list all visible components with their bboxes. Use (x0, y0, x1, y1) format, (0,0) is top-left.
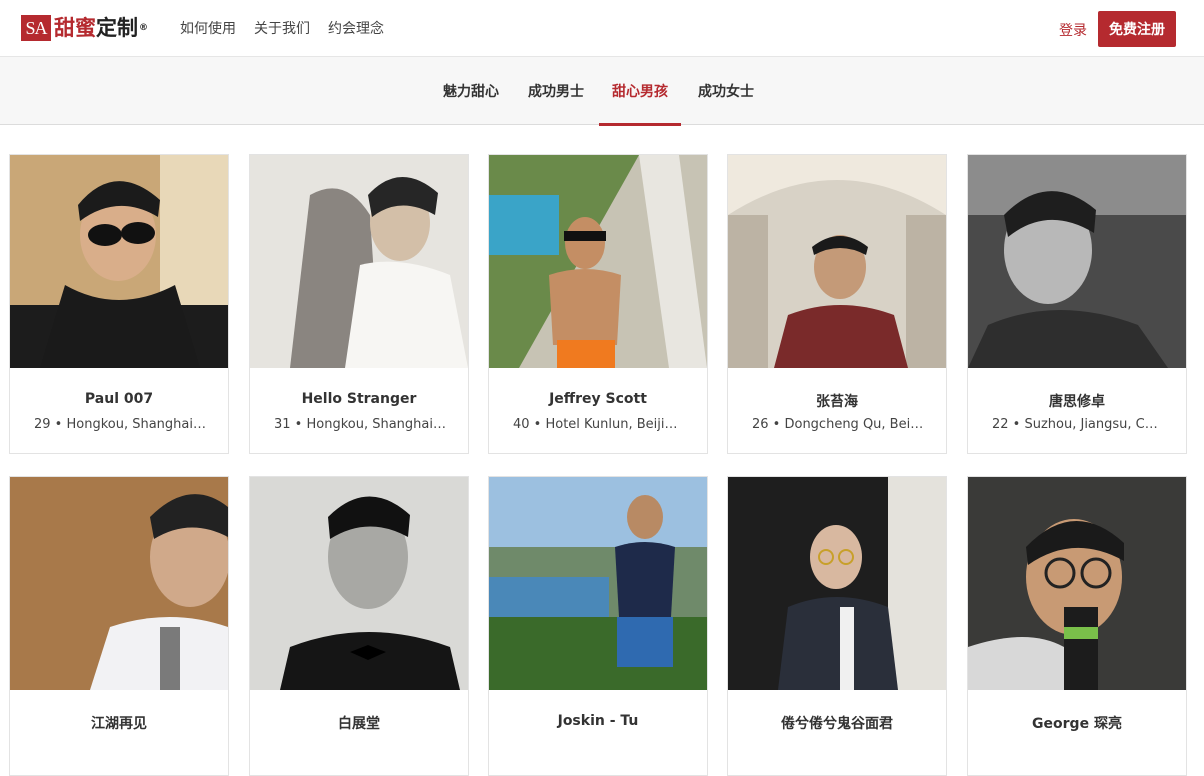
profile-card[interactable]: Hello Stranger 31 • Hongkou, Shanghai, C… (249, 154, 469, 454)
register-button[interactable]: 免费注册 (1098, 11, 1176, 47)
profile-card[interactable]: 白展堂 (249, 476, 469, 776)
nav-how-to-use[interactable]: 如何使用 (180, 18, 236, 38)
profile-photo[interactable] (728, 155, 946, 368)
profile-name: Jeffrey Scott (549, 391, 647, 407)
profile-card[interactable]: 张苔海 26 • Dongcheng Qu, Beijing, China (727, 154, 947, 454)
profile-card[interactable]: 倦兮倦兮鬼谷面君 (727, 476, 947, 776)
profile-photo[interactable] (728, 477, 946, 690)
profile-card[interactable]: George 琛亮 (967, 476, 1187, 776)
profile-card[interactable]: Joskin - Tu (488, 476, 708, 776)
nav-dating-philosophy[interactable]: 约会理念 (328, 18, 384, 38)
profile-card[interactable]: 唐思修卓 22 • Suzhou, Jiangsu, China (967, 154, 1187, 454)
logo-mark: SA (21, 15, 51, 41)
profile-photo[interactable] (10, 477, 228, 690)
profile-card[interactable]: 江湖再见 (9, 476, 229, 776)
logo-text: 甜蜜定制® (54, 16, 148, 40)
profile-photo[interactable] (968, 477, 1186, 690)
site-logo[interactable]: SA 甜蜜定制® (21, 15, 148, 41)
profile-photo[interactable] (10, 155, 228, 368)
profile-photo[interactable] (250, 477, 468, 690)
profile-photo[interactable] (250, 155, 468, 368)
profile-info: 40 • Hotel Kunlun, Beijing, China (513, 417, 685, 432)
profile-info: 22 • Suzhou, Jiangsu, China (992, 417, 1164, 432)
profile-name: Hello Stranger (301, 391, 417, 407)
profile-name: 白展堂 (338, 716, 380, 732)
profile-info: 31 • Hongkou, Shanghai, China (274, 417, 446, 432)
nav-about-us[interactable]: 关于我们 (254, 18, 310, 38)
profile-card[interactable]: Paul 007 29 • Hongkou, Shanghai, China (9, 154, 229, 454)
profile-photo[interactable] (968, 155, 1186, 368)
profile-card[interactable]: Jeffrey Scott 40 • Hotel Kunlun, Beijing… (488, 154, 708, 454)
profile-info: 29 • Hongkou, Shanghai, China (34, 417, 206, 432)
profile-photo[interactable] (489, 155, 707, 368)
login-link[interactable]: 登录 (1059, 20, 1087, 40)
profile-name: George 琛亮 (1032, 716, 1122, 732)
profile-name: 江湖再见 (91, 716, 147, 732)
profile-name: Paul 007 (84, 391, 154, 407)
tab-successful-men[interactable]: 成功男士 (525, 57, 587, 125)
main-nav: 如何使用 关于我们 约会理念 (180, 18, 384, 38)
profile-name: 唐思修卓 (1049, 394, 1105, 410)
profile-name: 张苔海 (816, 394, 858, 410)
tab-sweet-boys[interactable]: 甜心男孩 (599, 57, 681, 126)
tab-successful-women[interactable]: 成功女士 (695, 57, 757, 125)
profile-name: Joskin - Tu (557, 713, 639, 729)
profile-info: 26 • Dongcheng Qu, Beijing, China (752, 417, 924, 432)
profile-photo[interactable] (489, 477, 707, 690)
tab-charming-sweetheart[interactable]: 魅力甜心 (440, 57, 502, 125)
profile-name: 倦兮倦兮鬼谷面君 (781, 716, 893, 732)
category-tabs: 魅力甜心 成功男士 甜心男孩 成功女士 (0, 57, 1204, 126)
top-header: SA 甜蜜定制® 如何使用 关于我们 约会理念 登录 免费注册 (0, 0, 1204, 57)
